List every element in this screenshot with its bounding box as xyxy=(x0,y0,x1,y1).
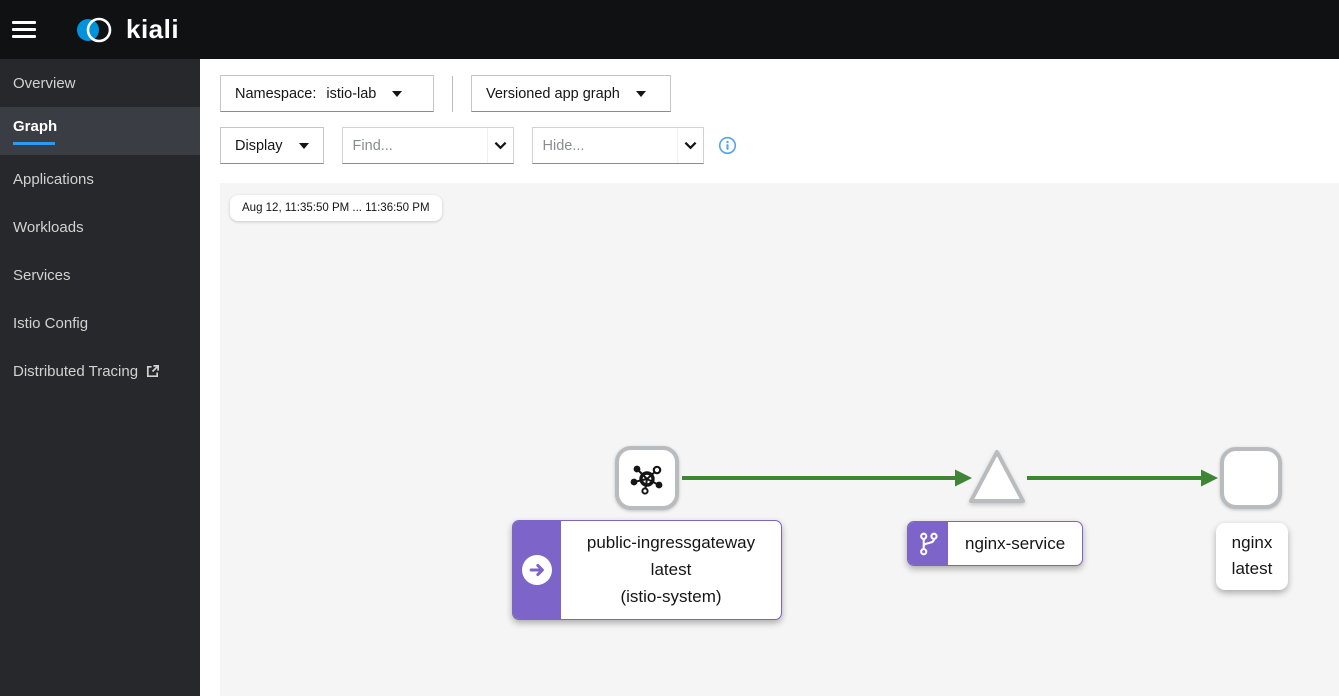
graph-toolbar-secondary: Display xyxy=(220,127,737,164)
edge-gateway-to-service[interactable] xyxy=(682,469,972,487)
display-label: Display xyxy=(235,137,283,154)
mesh-icon xyxy=(630,465,663,495)
namespace-dropdown[interactable]: Namespace: istio-lab xyxy=(220,75,434,112)
display-dropdown[interactable]: Display xyxy=(220,127,324,164)
sidebar-item-graph[interactable]: Graph xyxy=(0,107,200,155)
find-hide-help-icon[interactable] xyxy=(718,136,737,155)
node-label-name: nginx xyxy=(1231,533,1273,552)
sidebar-item-applications[interactable]: Applications xyxy=(0,155,200,203)
sidebar-item-overview[interactable]: Overview xyxy=(0,59,200,107)
brand-name: kiali xyxy=(126,14,180,44)
info-circle-icon xyxy=(718,136,736,155)
service-badge-band xyxy=(908,522,948,565)
edge-service-to-app[interactable] xyxy=(1027,469,1218,487)
hide-input[interactable] xyxy=(532,128,677,163)
kiali-logo-icon xyxy=(77,17,112,42)
chevron-down-icon xyxy=(635,90,646,97)
graph-canvas[interactable]: Aug 12, 11:35:50 PM ... 11:36:50 PM publ… xyxy=(220,183,1339,696)
masthead: kiali xyxy=(0,0,1339,59)
chevron-down-icon xyxy=(298,142,309,149)
graph-type-value: Versioned app graph xyxy=(486,85,620,102)
find-options-chevron-icon[interactable] xyxy=(486,128,513,163)
hide-input-group xyxy=(531,127,704,164)
sidebar-item-distributed-tracing[interactable]: Distributed Tracing xyxy=(0,347,200,395)
arrow-right-icon xyxy=(529,563,544,576)
label-public-ingressgateway[interactable]: public-ingressgateway latest (istio-syst… xyxy=(512,520,782,620)
toolbar-divider xyxy=(452,75,453,112)
label-nginx[interactable]: nginx latest xyxy=(1216,523,1288,590)
gateway-badge-band xyxy=(513,521,561,619)
find-input-group xyxy=(341,127,514,164)
node-label-version: latest xyxy=(650,560,692,580)
namespace-value: istio-lab xyxy=(326,85,377,102)
hide-options-chevron-icon[interactable] xyxy=(676,128,703,163)
sidebar: Overview Graph Applications Workloads Se… xyxy=(0,59,200,696)
graph-toolbar-primary: Namespace: istio-lab Versioned app graph xyxy=(220,75,671,112)
sidebar-item-services[interactable]: Services xyxy=(0,251,200,299)
node-label-namespace: (istio-system) xyxy=(620,587,722,607)
node-label-version: latest xyxy=(1231,559,1273,579)
node-label-name: public-ingressgateway xyxy=(586,533,756,552)
namespace-label: Namespace: xyxy=(235,85,317,102)
sidebar-item-istio-config[interactable]: Istio Config xyxy=(0,299,200,347)
active-tab-underline xyxy=(13,141,55,145)
kiali-logo[interactable]: kiali xyxy=(74,14,179,46)
chevron-down-icon xyxy=(392,90,403,97)
node-nginx[interactable] xyxy=(1220,447,1282,509)
node-public-ingressgateway[interactable] xyxy=(615,446,679,510)
nav-toggle-hamburger-icon[interactable] xyxy=(12,10,52,50)
label-nginx-service[interactable]: nginx-service xyxy=(907,521,1084,566)
code-branch-icon xyxy=(920,532,938,555)
external-link-icon xyxy=(147,364,160,377)
graph-type-dropdown[interactable]: Versioned app graph xyxy=(471,75,671,112)
graph-edges-layer xyxy=(682,469,1218,487)
node-nginx-service[interactable] xyxy=(965,445,1029,509)
node-label-name: nginx-service xyxy=(965,533,1066,553)
main-content: Namespace: istio-lab Versioned app graph… xyxy=(200,59,1339,696)
sidebar-item-workloads[interactable]: Workloads xyxy=(0,203,200,251)
find-input[interactable] xyxy=(342,128,487,163)
